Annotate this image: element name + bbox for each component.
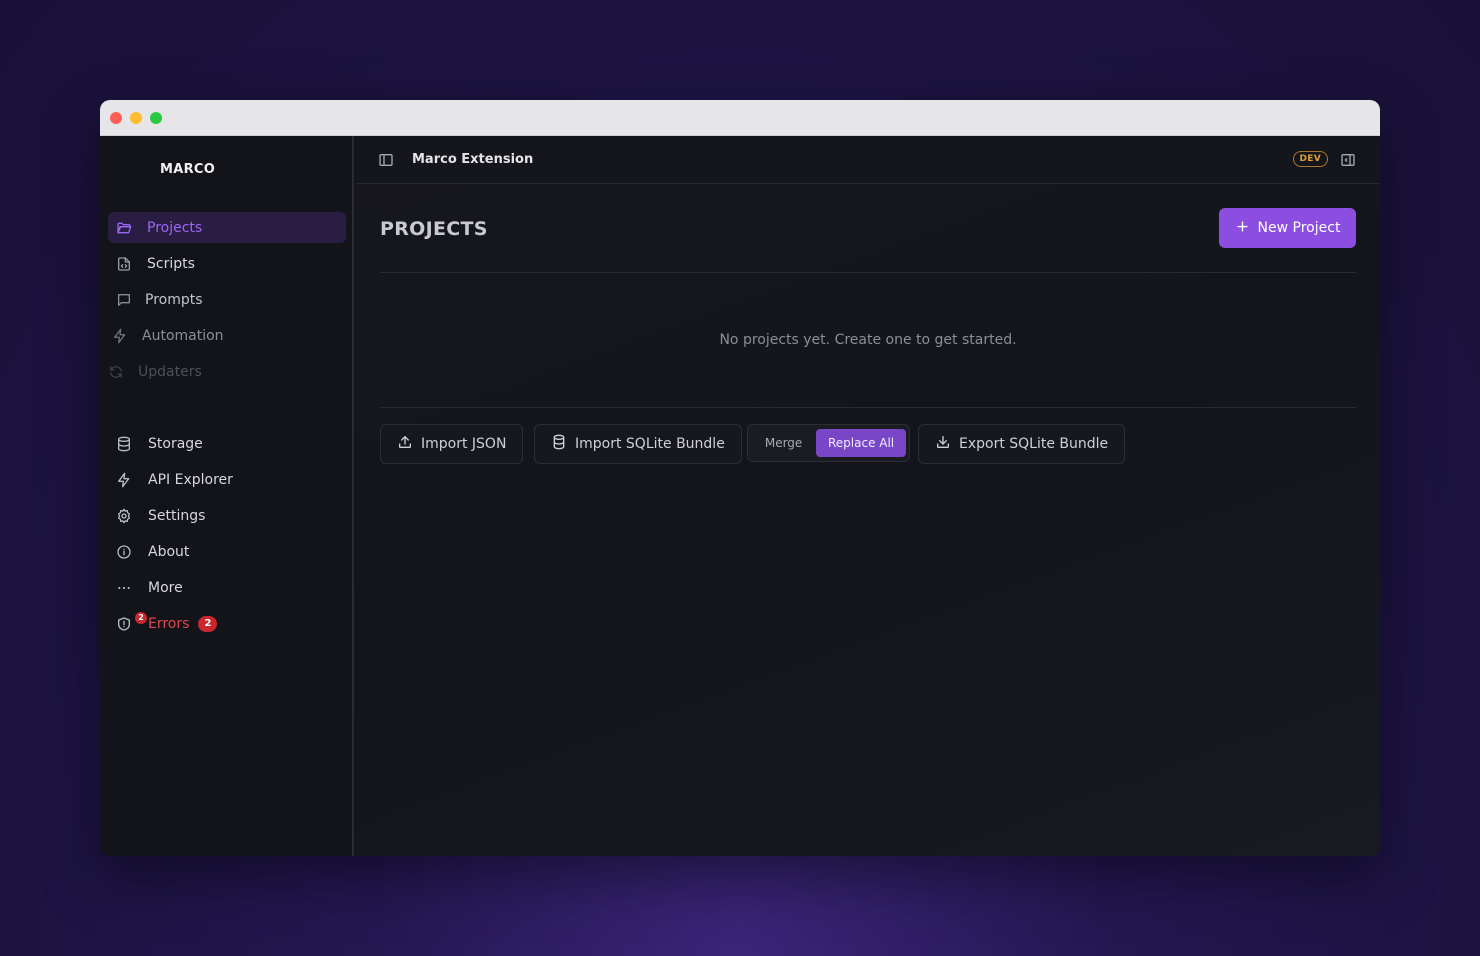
header-divider xyxy=(380,272,1356,273)
export-sqlite-label: Export SQLite Bundle xyxy=(959,436,1109,452)
sidebar-item-api-explorer[interactable]: API Explorer xyxy=(108,464,346,495)
new-project-button[interactable]: New Project xyxy=(1219,208,1356,248)
sidebar-item-label: Errors xyxy=(148,615,190,632)
sidebar-item-label: Prompts xyxy=(145,291,203,308)
sidebar-item-settings[interactable]: Settings xyxy=(108,500,346,531)
database-icon xyxy=(551,434,567,454)
dev-badge: DEV xyxy=(1292,151,1328,167)
file-code-icon xyxy=(116,256,132,272)
sidebar-item-label: Scripts xyxy=(147,255,195,272)
refresh-icon xyxy=(108,364,124,380)
main-content: Marco Extension DEV PROJECTS New Project… xyxy=(356,136,1380,856)
sidebar-item-label: About xyxy=(148,543,190,560)
sidebar-item-label: Projects xyxy=(147,219,203,236)
page-title: PROJECTS xyxy=(380,218,488,240)
sidebar-item-label: More xyxy=(148,579,183,596)
database-icon xyxy=(116,436,132,452)
plus-icon xyxy=(1235,219,1250,238)
toggle-sidebar-icon[interactable] xyxy=(378,152,394,168)
sidebar-item-projects[interactable]: Projects xyxy=(108,212,346,243)
sidebar-item-label: Updaters xyxy=(138,363,202,380)
shield-alert-icon: 2 xyxy=(116,611,147,632)
sidebar-item-scripts[interactable]: Scripts xyxy=(108,248,346,279)
import-json-button[interactable]: Import JSON xyxy=(380,424,524,464)
sidebar-item-label: Storage xyxy=(148,435,203,452)
export-sqlite-bundle-button[interactable]: Export SQLite Bundle xyxy=(918,424,1126,464)
sidebar-item-prompts[interactable]: Prompts xyxy=(108,284,346,315)
maximize-window-button[interactable] xyxy=(150,112,162,124)
folder-icon xyxy=(116,220,132,236)
app-title: Marco Extension xyxy=(412,152,534,167)
toggle-right-panel-icon[interactable] xyxy=(1340,152,1356,168)
gear-icon xyxy=(116,508,132,524)
import-mode-toggle: Merge Replace All xyxy=(747,424,910,462)
replace-all-option[interactable]: Replace All xyxy=(816,429,906,457)
sidebar-item-about[interactable]: About xyxy=(108,536,346,567)
message-square-icon xyxy=(116,292,132,308)
errors-count-badge: 2 xyxy=(198,615,218,632)
top-bar: Marco Extension DEV xyxy=(356,136,1380,184)
app-window: MARCO Projects Scripts Prompts Automatio… xyxy=(100,100,1380,856)
info-icon xyxy=(116,544,132,560)
ellipsis-icon xyxy=(116,580,132,596)
sidebar-item-storage[interactable]: Storage xyxy=(108,428,346,459)
bolt-icon xyxy=(112,328,128,344)
sidebar-item-more[interactable]: More xyxy=(108,572,346,603)
sidebar-item-automation[interactable]: Automation xyxy=(104,320,342,351)
sidebar-item-label: Automation xyxy=(142,327,224,344)
sidebar: MARCO Projects Scripts Prompts Automatio… xyxy=(100,136,354,856)
minimize-window-button[interactable] xyxy=(130,112,142,124)
actions-divider xyxy=(380,407,1356,408)
import-sqlite-bundle-button[interactable]: Import SQLite Bundle xyxy=(534,424,742,464)
upload-icon xyxy=(397,434,413,454)
window-titlebar xyxy=(100,100,1380,136)
new-project-label: New Project xyxy=(1257,220,1341,236)
sidebar-item-errors[interactable]: 2 Errors 2 xyxy=(108,608,346,639)
import-sqlite-label: Import SQLite Bundle xyxy=(575,436,725,452)
download-icon xyxy=(935,434,951,454)
sidebar-item-updaters[interactable]: Updaters xyxy=(100,356,338,387)
merge-option[interactable]: Merge xyxy=(751,429,816,457)
errors-icon-count-badge: 2 xyxy=(135,611,147,624)
close-window-button[interactable] xyxy=(110,112,122,124)
empty-state-message: No projects yet. Create one to get start… xyxy=(719,332,1017,348)
sidebar-item-label: API Explorer xyxy=(148,471,233,488)
sidebar-item-label: Settings xyxy=(148,507,206,524)
brand-logo-text: MARCO xyxy=(160,162,216,177)
bolt-icon xyxy=(116,472,132,488)
import-json-label: Import JSON xyxy=(421,436,507,452)
